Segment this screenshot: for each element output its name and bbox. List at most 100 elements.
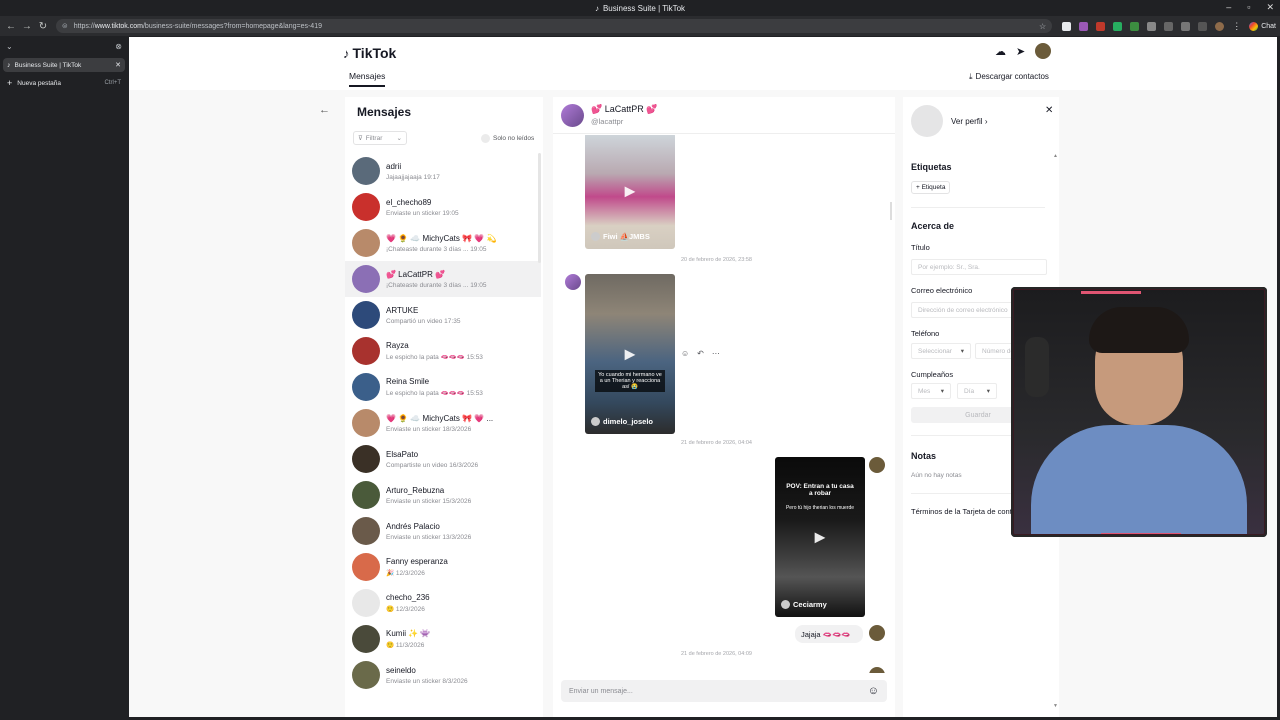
download-contacts-label: Descargar contactos xyxy=(975,72,1049,81)
download-contacts-link[interactable]: ⤓ Descargar contactos xyxy=(969,72,1049,82)
unread-only-toggle[interactable]: Solo no leídos xyxy=(481,134,534,143)
scroll-up-icon[interactable]: ▲ xyxy=(1053,153,1058,159)
bookmark-star-icon[interactable]: ☆ xyxy=(1039,22,1046,31)
extension-icon[interactable] xyxy=(1164,21,1174,31)
extension-icon[interactable] xyxy=(1130,21,1140,31)
avatar xyxy=(352,373,380,401)
avatar[interactable] xyxy=(911,105,943,137)
conversation-item[interactable]: 💕 LaCattPR 💕 ¡Chateaste durante 3 días ..… xyxy=(345,261,541,297)
birth-month-select[interactable]: Mes ▾ xyxy=(911,383,951,399)
chat-button[interactable]: Chat xyxy=(1249,21,1277,31)
conversation-item[interactable]: ARTUKE Compartió un video 17:35 xyxy=(345,297,541,333)
reply-icon[interactable]: ↶ xyxy=(697,349,704,358)
avatar xyxy=(352,265,380,293)
scrollbar[interactable] xyxy=(890,202,892,220)
conversation-item[interactable]: 💗 🌻 ☁️ MichyCats 🎀 💗 💫 ¡Chateaste durante… xyxy=(345,225,541,261)
conversation-name: Reina Smile xyxy=(386,377,430,386)
forward-icon[interactable]: → xyxy=(20,19,34,33)
filter-dropdown[interactable]: ⊽ Filtrar ⌄ xyxy=(353,131,407,145)
play-icon[interactable]: ▶ xyxy=(625,183,636,200)
conversation-preview: Le espicho la pata 🫦🫦🫦 15:53 xyxy=(386,354,483,361)
avatar[interactable] xyxy=(869,667,885,673)
conversation-item[interactable]: checho_236 🙂 12/3/2026 xyxy=(345,585,541,621)
conversation-name: adrii xyxy=(386,161,402,171)
user-avatar[interactable] xyxy=(1035,43,1052,59)
extension-icon[interactable] xyxy=(1079,21,1089,31)
conversation-item[interactable]: 💗 🌻 ☁️ MichyCats 🎀 💗 ... Enviaste un stic… xyxy=(345,405,541,441)
conversation-item[interactable]: Arturo_Rebuzna Enviaste un sticker 15/3/2… xyxy=(345,477,541,513)
play-icon[interactable]: ▶ xyxy=(815,529,826,546)
scroll-down-icon[interactable]: ▼ xyxy=(1053,703,1058,709)
cloud-upload-icon[interactable]: ☁ xyxy=(995,45,1006,58)
day-label: Día xyxy=(964,387,975,395)
menu-dots-icon[interactable]: ⋮ xyxy=(1232,21,1241,32)
scrollbar[interactable] xyxy=(538,153,541,263)
conversation-item[interactable]: Kumii ✨ 👾 🙂 11/3/2026 xyxy=(345,621,541,657)
conversation-item[interactable]: Reina Smile Le espicho la pata 🫦🫦🫦 15:53 xyxy=(345,369,541,405)
react-emoji-icon[interactable]: ☺ xyxy=(681,349,689,358)
back-arrow-icon[interactable]: ← xyxy=(319,104,330,116)
conversation-item[interactable]: seineldo Enviaste un sticker 8/3/2026 xyxy=(345,657,541,693)
toggle-switch[interactable] xyxy=(481,134,490,143)
conversation-name: ARTUKE xyxy=(386,305,419,315)
new-tab-button[interactable]: + Nueva pestaña Ctrl+T xyxy=(3,76,125,90)
chat-label: Chat xyxy=(1261,22,1277,30)
collapse-chevron-icon[interactable]: ⌄ xyxy=(6,42,13,51)
puzzle-icon[interactable] xyxy=(1147,21,1157,31)
minimize-icon[interactable]: – xyxy=(1226,2,1231,13)
extension-icons: ⋮ xyxy=(1062,21,1241,32)
download-icon[interactable] xyxy=(1181,21,1191,31)
close-tab-icon[interactable]: ✕ xyxy=(115,61,121,69)
conversation-text: 💗 🌻 ☁️ MichyCats 🎀 💗 ... Enviaste un stic… xyxy=(386,414,493,433)
shared-video[interactable]: ▶ Yo cuando mi hermano ve a un Therian y… xyxy=(585,274,675,434)
send-icon[interactable]: ➤ xyxy=(1016,45,1025,58)
download-icon: ⤓ xyxy=(969,72,973,81)
tiktok-logo[interactable]: ♪ TikTok xyxy=(343,45,396,61)
play-icon[interactable]: ▶ xyxy=(625,346,636,363)
extension-icon[interactable] xyxy=(1096,21,1106,31)
url-host: www.tiktok.com xyxy=(94,22,143,30)
shared-video[interactable]: ▶ Fiwi ⛵JMBS xyxy=(585,135,675,249)
conversation-preview: Jajaajjajaaja 19:17 xyxy=(386,173,440,181)
avatar[interactable] xyxy=(869,457,885,473)
avatar[interactable] xyxy=(869,625,885,641)
conversation-item[interactable]: adrii Jajaajjajaaja 19:17 xyxy=(345,153,541,189)
chat-contact-name[interactable]: 💕 LaCattPR 💕 xyxy=(591,104,657,115)
conversation-text: Reina Smile Le espicho la pata 🫦🫦🫦 15:53 xyxy=(386,377,483,397)
site-info-icon[interactable]: ⊜ xyxy=(62,22,68,30)
phone-country-select[interactable]: Seleccionar ▾ xyxy=(911,343,971,359)
more-options-icon[interactable]: ⋯ xyxy=(712,349,720,358)
video-author: Fiwi ⛵JMBS xyxy=(591,232,650,241)
conversation-item[interactable]: Andrés Palacio Enviaste un sticker 13/3/2… xyxy=(345,513,541,549)
birth-day-select[interactable]: Día ▾ xyxy=(957,383,997,399)
conversation-item[interactable]: Rayza Le espicho la pata 🫦🫦🫦 15:53 xyxy=(345,333,541,369)
extension-icon[interactable] xyxy=(1113,21,1123,31)
tab-messages[interactable]: Mensajes xyxy=(349,71,386,87)
terms-link[interactable]: Términos de la Tarjeta de contacto xyxy=(911,507,1026,516)
close-window-icon[interactable]: ✕ xyxy=(1266,2,1274,13)
browser-tab[interactable]: ♪ Business Suite | TikTok ✕ xyxy=(3,58,125,72)
title-field[interactable]: Por ejemplo: Sr., Sra. xyxy=(911,259,1047,275)
conversation-item[interactable]: el_checho89 Enviaste un sticker 19:05 xyxy=(345,189,541,225)
avatar[interactable] xyxy=(565,274,581,290)
back-icon[interactable]: ← xyxy=(4,19,18,33)
message-bubble[interactable]: Jajaja 🫦🫦🫦 xyxy=(795,625,863,643)
conversation-item[interactable]: ElsaPato Compartiste un video 16/3/2026 xyxy=(345,441,541,477)
maximize-icon[interactable]: ▫ xyxy=(1247,2,1250,13)
reload-icon[interactable]: ↻ xyxy=(36,19,50,33)
tab-search-icon[interactable]: ⊗ xyxy=(115,42,122,51)
address-bar[interactable]: ⊜ https:// www.tiktok.com /business-suit… xyxy=(55,19,1053,33)
message-input[interactable]: Enviar un mensaje... ☺ xyxy=(561,680,887,702)
profile-avatar-icon[interactable] xyxy=(1215,21,1225,31)
conversations-panel: Mensajes ⊽ Filtrar ⌄ Solo no leídos adri… xyxy=(345,97,543,717)
shared-video[interactable]: POV: Entran a tu casa a robar Pero tú hi… xyxy=(775,457,865,617)
add-tag-button[interactable]: + Etiqueta xyxy=(911,181,951,194)
avatar[interactable] xyxy=(561,104,584,127)
extension-icon[interactable] xyxy=(1062,21,1072,31)
close-icon[interactable]: ✕ xyxy=(1045,105,1053,116)
message-timestamp: 20 de febrero de 2026, 23:58 xyxy=(681,257,752,263)
conversation-item[interactable]: Fanny esperanza 🎉 12/3/2026 xyxy=(345,549,541,585)
sidebar-icon[interactable] xyxy=(1198,21,1208,31)
view-profile-link[interactable]: Ver perfil › xyxy=(951,117,987,126)
emoji-icon[interactable]: ☺ xyxy=(868,685,879,697)
